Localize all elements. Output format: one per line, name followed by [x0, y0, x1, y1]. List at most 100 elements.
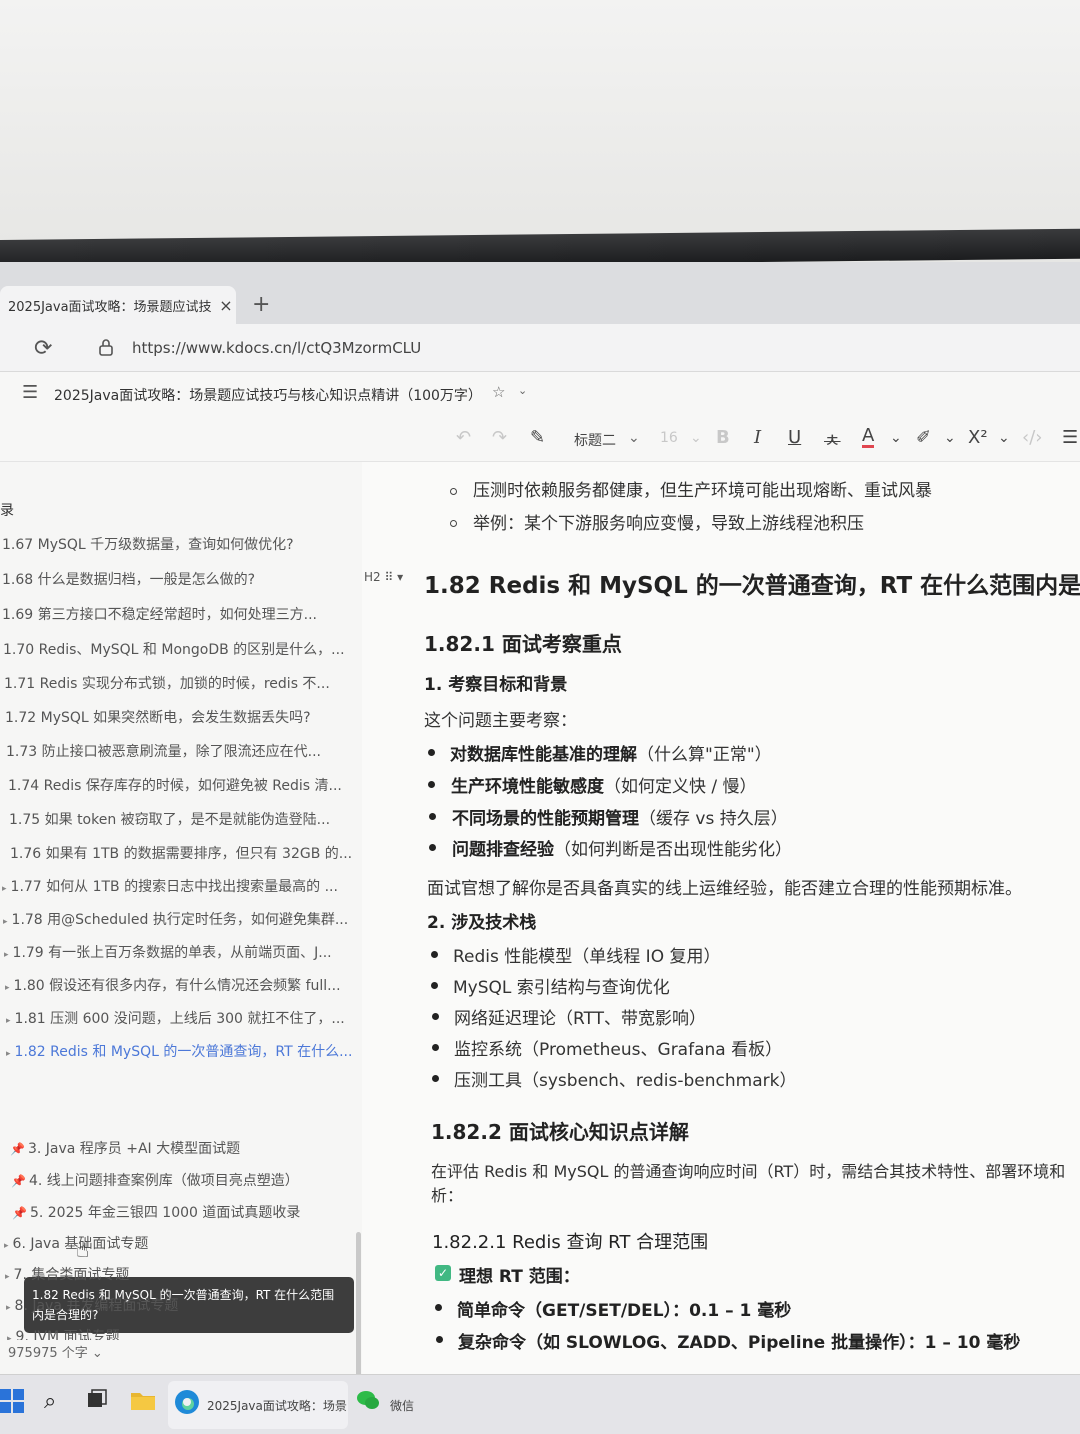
- expand-arrow-icon[interactable]: ▸: [7, 1334, 12, 1340]
- highlight-icon[interactable]: ✐: [916, 427, 931, 448]
- star-icon[interactable]: ☆: [492, 383, 505, 401]
- toc-item[interactable]: 1.70 Redis、MySQL 和 MongoDB 的区别是什么，...: [3, 639, 363, 663]
- expand-arrow-icon[interactable]: ▸: [3, 917, 8, 927]
- url-input[interactable]: https://www.kdocs.cn/l/ctQ3MzormCLU: [132, 339, 421, 357]
- format-painter-icon[interactable]: ✎: [530, 427, 545, 448]
- chevron-down-icon[interactable]: ⌄: [628, 430, 640, 446]
- chevron-down-icon[interactable]: ⌄: [944, 430, 956, 446]
- strikethrough-icon[interactable]: ㅊ: [824, 427, 841, 453]
- subsection-heading: 1.82.2 面试核心知识点详解: [431, 1120, 689, 1144]
- task-view-icon[interactable]: [86, 1389, 108, 1415]
- bullet-icon: [432, 1075, 439, 1082]
- toc-item[interactable]: 1.68 什么是数据归档，一般是怎么做的?: [2, 569, 362, 593]
- toc-section[interactable]: ▸ 6. Java 基础面试专题: [4, 1233, 364, 1257]
- toc-item[interactable]: ▸ 1.81 压测 600 没问题，上线后 300 就扛不住了，...: [6, 1008, 366, 1032]
- chevron-down-icon[interactable]: ⌄: [998, 430, 1010, 446]
- toc-item[interactable]: 1.72 MySQL 如果突然断电，会发生数据丢失吗?: [5, 707, 365, 731]
- bullet-text: 对数据库性能基准的理解（什么算"正常"）: [450, 745, 772, 765]
- underline-button[interactable]: U: [788, 427, 801, 448]
- heading-level-4: 1. 考察目标和背景: [424, 675, 568, 695]
- chevron-down-icon[interactable]: ⌄: [690, 430, 702, 446]
- document-title[interactable]: 2025Java面试攻略：场景题应试技巧与核心知识点精讲（100万字）: [54, 385, 482, 405]
- toc-item[interactable]: 1.74 Redis 保存库存的时候，如何避免被 Redis 清...: [8, 775, 368, 799]
- bullet-text: Redis 性能模型（单线程 IO 复用）: [453, 947, 721, 967]
- hand-cursor-icon: ☝: [76, 1238, 90, 1263]
- toc-item[interactable]: ▸ 1.80 假设还有很多内存，有什么情况还会频繁 full...: [5, 975, 365, 999]
- expand-arrow-icon[interactable]: ▸: [5, 1272, 10, 1282]
- heading-style-select[interactable]: 标题二: [574, 430, 616, 450]
- code-icon[interactable]: ‹/›: [1022, 427, 1042, 448]
- toc-section[interactable]: ▸ 9. JVM 面试专题: [7, 1326, 367, 1340]
- toc-section[interactable]: ▸ 7. 集合类面试专题: [5, 1264, 365, 1288]
- expand-arrow-icon[interactable]: ▸: [6, 1016, 11, 1026]
- expand-arrow-icon[interactable]: ▸: [2, 884, 7, 894]
- toc-item[interactable]: 1.71 Redis 实现分布式锁，加锁的时候，redis 不...: [4, 673, 364, 697]
- bullet-text: 监控系统（Prometheus、Grafana 看板）: [454, 1040, 783, 1060]
- expand-arrow-icon[interactable]: ▸: [5, 983, 10, 993]
- menu-icon[interactable]: ☰: [22, 382, 38, 403]
- font-size-select[interactable]: 16: [660, 430, 678, 446]
- expand-arrow-icon[interactable]: ▸: [6, 1303, 11, 1313]
- redo-icon[interactable]: ↷: [492, 427, 507, 448]
- bullet-text: 问题排查经验（如何判断是否出现性能劣化）: [452, 840, 792, 860]
- toc-item[interactable]: 1.75 如果 token 被窃取了，是不是就能伪造登陆...: [9, 809, 369, 833]
- taskbar: ⌕ 2025Java面试攻略：场景 微信: [0, 1374, 1080, 1434]
- sidebar-scrollbar[interactable]: [356, 1232, 361, 1382]
- edge-icon[interactable]: [174, 1389, 200, 1421]
- reload-icon[interactable]: ⟳: [34, 336, 52, 361]
- heading-level-marker[interactable]: H2 ⠿ ▾: [364, 570, 403, 584]
- chevron-down-icon[interactable]: ⌄: [518, 384, 527, 397]
- chevron-down-icon[interactable]: ⌄: [890, 430, 902, 446]
- toc-section[interactable]: 📌 4. 线上问题排查案例库（做项目亮点塑造）: [11, 1170, 371, 1194]
- font-color-button[interactable]: A: [862, 427, 875, 448]
- file-explorer-icon[interactable]: [130, 1389, 156, 1417]
- toc-item[interactable]: ▸ 1.78 用@Scheduled 执行定时任务，如何避免集群...: [3, 909, 363, 933]
- superscript-button[interactable]: X²: [968, 427, 988, 448]
- formatting-toolbar: ↶ ↷ ✎ 标题二 ⌄ 16 ⌄ B I U ㅊ A ⌄ ✐ ⌄ X² ⌄ ‹/…: [0, 416, 1080, 462]
- toc-item[interactable]: 1.69 第三方接口不稳定经常超时，如何处理三方...: [2, 604, 362, 628]
- new-tab-button[interactable]: +: [252, 292, 270, 317]
- toc-item[interactable]: 1.67 MySQL 千万级数据量，查询如何做优化?: [2, 534, 362, 558]
- toc-item[interactable]: ▸ 1.77 如何从 1TB 的搜索日志中找出搜索量最高的 ...: [2, 876, 362, 900]
- pin-icon: 📌: [10, 1142, 25, 1156]
- word-count[interactable]: 975975 个字 ⌄: [8, 1342, 103, 1361]
- browser-tab[interactable]: 2025Java面试攻略：场景题应试技 ×: [0, 286, 236, 324]
- bold-button[interactable]: B: [716, 427, 730, 448]
- tab-title: 2025Java面试攻略：场景题应试技: [8, 299, 212, 315]
- lock-icon[interactable]: [98, 338, 114, 360]
- bullet-icon: [431, 982, 438, 989]
- search-icon[interactable]: ⌕: [44, 1389, 56, 1414]
- expand-arrow-icon[interactable]: ▸: [6, 1049, 11, 1059]
- browser-tab-strip: 2025Java面试攻略：场景题应试技 × +: [0, 262, 1080, 324]
- subsection-heading: 1.82.1 面试考察重点: [424, 632, 622, 656]
- expand-arrow-icon[interactable]: ▸: [4, 1241, 9, 1251]
- bullet-circle-icon: [450, 488, 457, 495]
- toc-section[interactable]: ▸ 8. Java 并发编程面试专题: [6, 1295, 366, 1319]
- toc-item-active[interactable]: ▸ 1.82 Redis 和 MySQL 的一次普通查询，RT 在什么...: [6, 1041, 366, 1065]
- taskbar-browser-label: 2025Java面试攻略：场景: [207, 1399, 347, 1413]
- toc-item[interactable]: ▸ 1.79 有一张上百万条数据的单表，从前端页面、J...: [4, 942, 364, 966]
- table-of-contents: 录 1.67 MySQL 千万级数据量，查询如何做优化? 1.68 什么是数据归…: [0, 462, 365, 1382]
- expand-arrow-icon[interactable]: ▸: [4, 950, 9, 960]
- address-bar: ⟳ https://www.kdocs.cn/l/ctQ3MzormCLU: [0, 324, 1080, 372]
- wechat-icon[interactable]: [356, 1389, 380, 1417]
- list-icon[interactable]: ☰: [1062, 427, 1078, 448]
- paragraph: 在评估 Redis 和 MySQL 的普通查询响应时间（RT）时，需结合其技术特…: [431, 1162, 1066, 1181]
- bullet-text: 简单命令（GET/SET/DEL）：0.1 – 1 毫秒: [457, 1301, 792, 1321]
- screen: 2025Java面试攻略：场景题应试技 × + ⟳ https://www.kd…: [0, 262, 1080, 1434]
- taskbar-wechat-label: 微信: [390, 1399, 415, 1413]
- close-icon[interactable]: ×: [216, 296, 236, 315]
- checkbox-icon[interactable]: ✓: [435, 1265, 451, 1281]
- italic-button[interactable]: I: [754, 427, 761, 448]
- bullet-text: 复杂命令（如 SLOWLOG、ZADD、Pipeline 批量操作）：1 – 1…: [458, 1333, 1021, 1353]
- toc-section[interactable]: 📌 3. Java 程序员 +AI 大模型面试题: [10, 1138, 370, 1162]
- bullet-text: 网络延迟理论（RTT、带宽影响）: [454, 1009, 707, 1029]
- start-icon[interactable]: [0, 1389, 24, 1419]
- bullet-circle-icon: [450, 520, 457, 527]
- toc-section[interactable]: 📌 5. 2025 年金三银四 1000 道面试真题收录: [12, 1202, 372, 1226]
- undo-icon[interactable]: ↶: [456, 427, 471, 448]
- toc-item[interactable]: 1.76 如果有 1TB 的数据需要排序，但只有 32GB 的...: [10, 843, 370, 867]
- toc-item[interactable]: 1.73 防止接口被恶意刷流量，除了限流还应在代...: [6, 741, 366, 765]
- label: 理想 RT 范围：: [459, 1267, 580, 1287]
- document-body: 压测时依赖服务都健康，但生产环境可能出现熔断、重试风暴 举例：某个下游服务响应变…: [362, 462, 1080, 1374]
